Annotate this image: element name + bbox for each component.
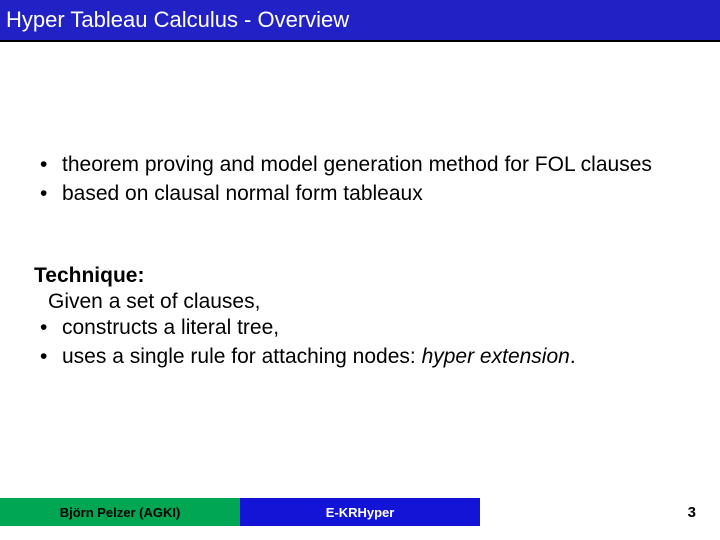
technique-block: Technique: Given a set of clauses, const… <box>26 264 694 371</box>
list-item: uses a single rule for attaching nodes: … <box>34 344 694 371</box>
title-bar: Hyper Tableau Calculus - Overview <box>0 0 720 42</box>
slide-content: theorem proving and model generation met… <box>0 42 720 371</box>
list-item: based on clausal normal form tableaux <box>34 181 694 208</box>
footer-right: 3 <box>480 498 720 526</box>
intro-block: theorem proving and model generation met… <box>26 152 694 208</box>
technique-given: Given a set of clauses, <box>26 288 694 315</box>
list-item: constructs a literal tree, <box>34 315 694 342</box>
footer-title: E-KRHyper <box>326 505 395 520</box>
list-item: theorem proving and model generation met… <box>34 152 694 179</box>
technique-label: Technique: <box>26 264 694 288</box>
footer-left: Björn Pelzer (AGKI) <box>0 498 240 526</box>
footer-center: E-KRHyper <box>240 498 480 526</box>
intro-list: theorem proving and model generation met… <box>26 152 694 208</box>
footer-author: Björn Pelzer (AGKI) <box>60 505 181 520</box>
slide-title: Hyper Tableau Calculus - Overview <box>6 7 349 33</box>
hyper-extension-term: hyper extension <box>422 345 570 368</box>
technique-item-text: uses a single rule for attaching nodes: <box>62 345 422 368</box>
footer: Björn Pelzer (AGKI) E-KRHyper 3 <box>0 498 720 526</box>
period: . <box>570 345 576 368</box>
technique-list: constructs a literal tree, uses a single… <box>26 315 694 371</box>
page-number: 3 <box>688 504 696 521</box>
